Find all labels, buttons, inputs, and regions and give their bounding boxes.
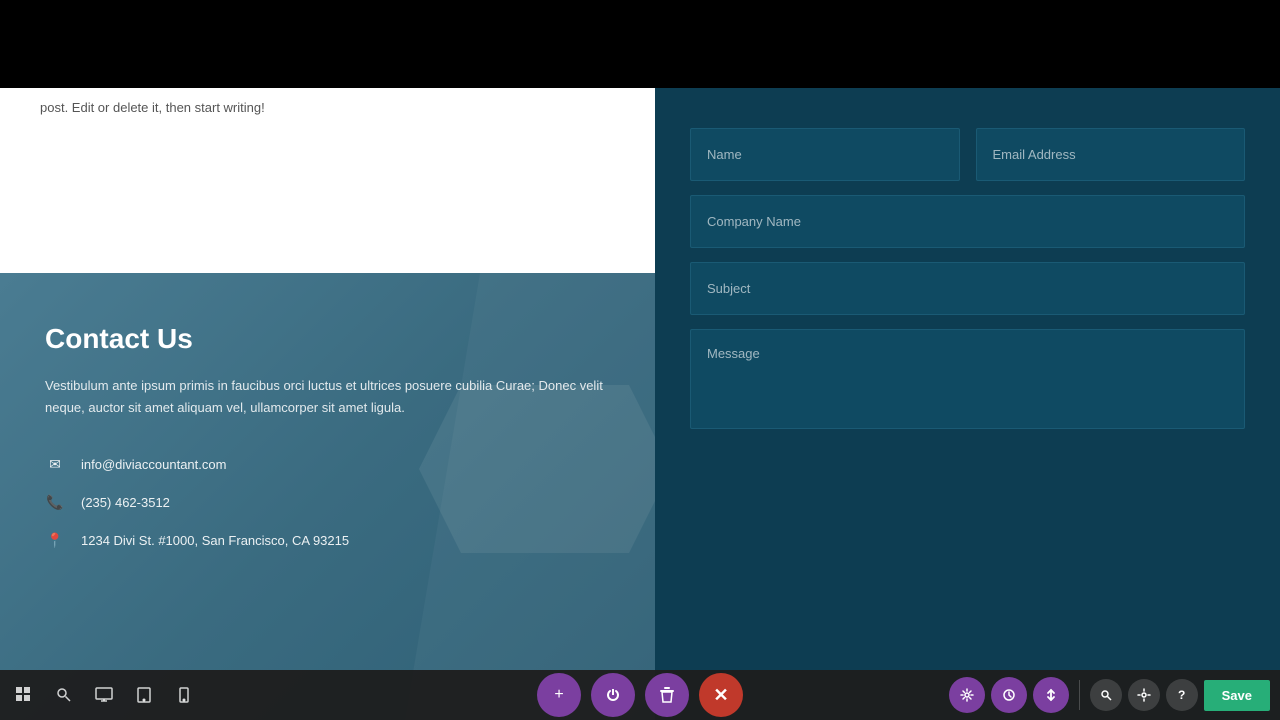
tablet-view-button[interactable]: [124, 670, 164, 720]
help-icon: ?: [1178, 688, 1185, 702]
search-small-icon: [1100, 689, 1112, 701]
contact-phone: (235) 462-3512: [81, 495, 170, 510]
sort-icon: [1044, 688, 1058, 702]
email-icon: ✉: [45, 454, 65, 474]
bottom-toolbar: + ✕: [0, 670, 1280, 720]
close-button[interactable]: ✕: [699, 673, 743, 717]
contact-address: 1234 Divi St. #1000, San Francisco, CA 9…: [81, 533, 349, 548]
subject-input[interactable]: [690, 262, 1245, 315]
toolbar-right-buttons: ? Save: [949, 677, 1270, 713]
history-button[interactable]: [991, 677, 1027, 713]
content-area: post. Edit or delete it, then start writ…: [0, 88, 1280, 720]
contact-title: Contact Us: [45, 323, 610, 355]
mobile-icon: [179, 687, 189, 703]
contact-email-row: ✉ info@diviaccountant.com: [45, 454, 610, 474]
contact-form-section: [655, 88, 1280, 720]
contact-phone-row: 📞 (235) 462-3512: [45, 492, 610, 512]
divider: [1079, 680, 1080, 710]
add-button[interactable]: +: [537, 673, 581, 717]
top-bar: [0, 0, 1280, 88]
contact-address-row: 📍 1234 Divi St. #1000, San Francisco, CA…: [45, 530, 610, 550]
power-icon: [605, 687, 621, 703]
options-icon: [1137, 688, 1151, 702]
options-button[interactable]: [1128, 679, 1160, 711]
search-toolbar-button[interactable]: [44, 670, 84, 720]
sort-button[interactable]: [1033, 677, 1069, 713]
left-white-section: post. Edit or delete it, then start writ…: [0, 88, 655, 273]
history-icon: [1002, 688, 1016, 702]
contact-description: Vestibulum ante ipsum primis in faucibus…: [45, 375, 610, 419]
grid-icon: [16, 687, 32, 703]
gear-icon: [960, 688, 974, 702]
trash-icon: [660, 687, 674, 703]
desktop-view-button[interactable]: [84, 670, 124, 720]
location-icon: 📍: [45, 530, 65, 550]
close-icon: ✕: [713, 686, 728, 704]
contact-section: Contact Us Vestibulum ante ipsum primis …: [0, 273, 655, 720]
power-button[interactable]: [591, 673, 635, 717]
search-icon: [56, 687, 72, 703]
intro-text: post. Edit or delete it, then start writ…: [40, 98, 265, 118]
phone-icon: 📞: [45, 492, 65, 512]
settings-button[interactable]: [949, 677, 985, 713]
toolbar-left-icons: [0, 670, 208, 720]
help-button[interactable]: ?: [1166, 679, 1198, 711]
delete-button[interactable]: [645, 673, 689, 717]
desktop-icon: [95, 687, 113, 703]
save-button[interactable]: Save: [1204, 680, 1270, 711]
mobile-view-button[interactable]: [164, 670, 204, 720]
contact-email: info@diviaccountant.com: [81, 457, 226, 472]
message-textarea[interactable]: [690, 329, 1245, 429]
company-input[interactable]: [690, 195, 1245, 248]
email-input[interactable]: [976, 128, 1246, 181]
toolbar-center-buttons: + ✕: [537, 673, 743, 717]
tablet-icon: [137, 687, 151, 703]
grid-view-button[interactable]: [4, 670, 44, 720]
name-email-row: [690, 128, 1245, 181]
name-input[interactable]: [690, 128, 960, 181]
search-right-button[interactable]: [1090, 679, 1122, 711]
